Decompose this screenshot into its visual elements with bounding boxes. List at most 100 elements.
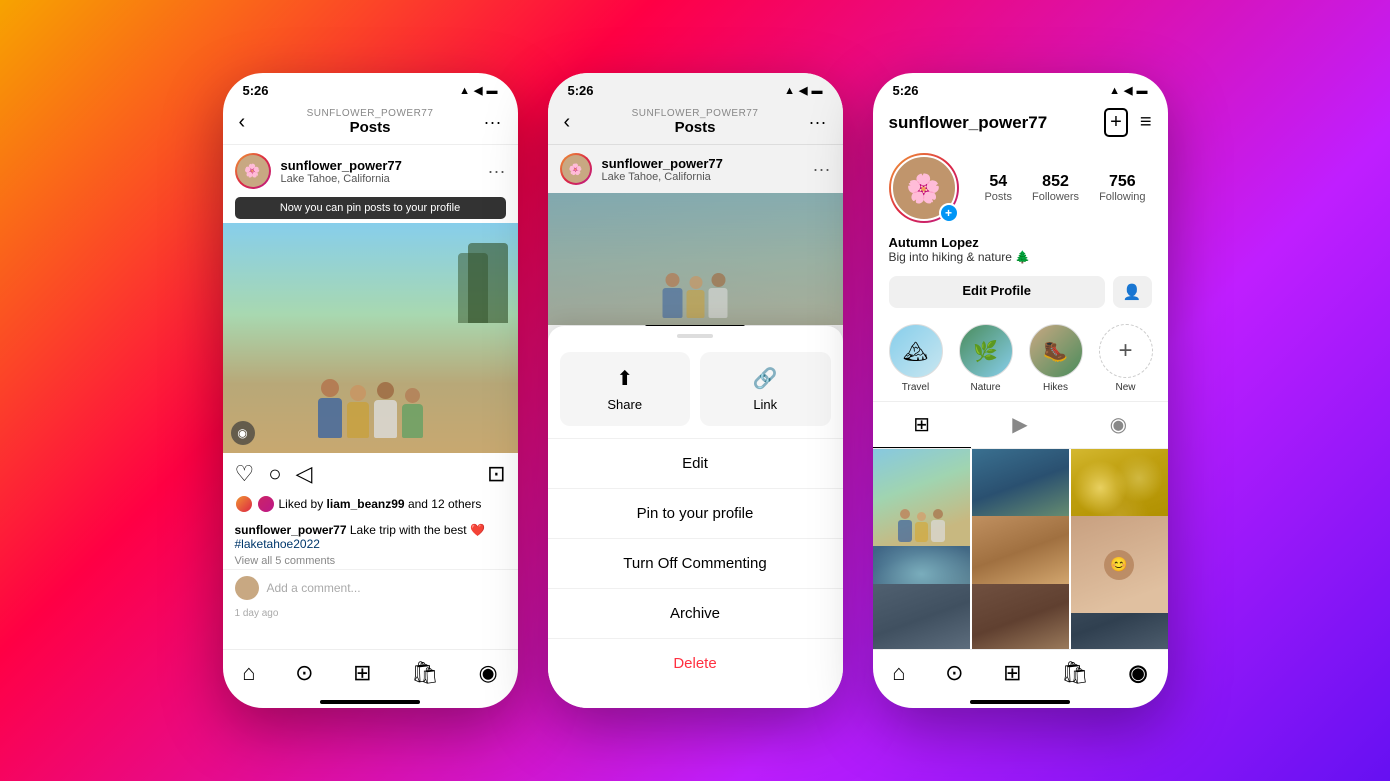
time-3: 5:26: [893, 83, 919, 98]
menu-icon[interactable]: ≡: [1140, 111, 1152, 134]
nav-shop-1[interactable]: 🛍: [411, 660, 439, 686]
post-more-options-1[interactable]: ···: [488, 161, 506, 182]
profile-avatar-wrap[interactable]: 🌸 +: [889, 153, 959, 223]
view-comments-1[interactable]: View all 5 comments: [223, 553, 518, 569]
highlight-new-label: New: [1115, 382, 1135, 393]
nav-home-1[interactable]: ⌂: [242, 660, 255, 686]
battery-icon-2: ▬: [812, 85, 823, 97]
more-options-1[interactable]: ···: [484, 112, 502, 133]
profile-username: sunflower_power77: [889, 113, 1048, 133]
posts-label: Posts: [984, 191, 1012, 203]
highlight-hikes-circle[interactable]: 🥾: [1029, 324, 1083, 378]
grid-cell-6[interactable]: 😊: [1071, 516, 1168, 613]
highlight-new[interactable]: + New: [1099, 324, 1153, 393]
nav-profile-1[interactable]: ◉: [479, 660, 498, 686]
sheet-pin-btn[interactable]: Pin to your profile: [548, 489, 843, 539]
back-button-2[interactable]: ‹: [564, 111, 571, 134]
grid-cell-1[interactable]: [873, 449, 970, 546]
back-button-1[interactable]: ‹: [239, 111, 246, 134]
caption-text-1: Lake trip with the best ❤️: [350, 523, 485, 537]
header-center-1: SUNFLOWER_POWER77 Posts: [307, 108, 434, 136]
post-more-options-2[interactable]: ···: [813, 159, 831, 180]
likes-text-1: Liked by liam_beanz99 and 12 others: [279, 497, 482, 511]
likes-section-1: Liked by liam_beanz99 and 12 others: [223, 495, 518, 521]
avatar-inner-2: 🌸: [562, 155, 590, 183]
sheet-link-btn[interactable]: 🔗 Link: [700, 352, 831, 426]
sheet-commenting-btn[interactable]: Turn Off Commenting: [548, 539, 843, 589]
status-bar-1: 5:26 ▲ ◀ ▬: [223, 73, 518, 104]
nav-create-1[interactable]: ⊞: [353, 660, 371, 686]
status-icons-1: ▲ ◀ ▬: [459, 84, 497, 97]
sheet-top-row: ⬆ Share 🔗 Link: [548, 352, 843, 439]
add-friend-icon: 👤: [1123, 284, 1142, 301]
tab-tagged[interactable]: ◉: [1069, 402, 1167, 448]
bio-text: Big into hiking & nature 🌲: [889, 250, 1152, 264]
add-post-icon[interactable]: +: [1104, 108, 1128, 137]
post-user-info-2: sunflower_power77 Lake Tahoe, California: [602, 156, 803, 183]
edit-profile-row: Edit Profile 👤: [873, 272, 1168, 316]
time-2: 5:26: [568, 83, 594, 98]
profile-header: sunflower_power77 + ≡: [873, 104, 1168, 145]
bottom-nav-1: ⌂ ⊙ ⊞ 🛍 ◉: [223, 649, 518, 700]
tab-reels[interactable]: ▶: [971, 402, 1069, 448]
sheet-delete-btn[interactable]: Delete: [548, 639, 843, 688]
profile-info-row: 🌸 + 54 Posts 852 Followers 756 Following: [873, 145, 1168, 231]
highlight-travel-circle[interactable]: 🏔: [889, 324, 943, 378]
highlight-nature[interactable]: 🌿 Nature: [959, 324, 1013, 393]
post-avatar-2: 🌸: [560, 153, 592, 185]
battery-icon-3: ▬: [1137, 85, 1148, 97]
highlight-nature-label: Nature: [970, 382, 1000, 393]
share-icon-btn: ⬆: [616, 366, 633, 391]
followers-stat[interactable]: 852 Followers: [1032, 173, 1079, 203]
edit-profile-btn[interactable]: Edit Profile: [889, 276, 1105, 308]
nav-create-3[interactable]: ⊞: [1003, 660, 1021, 686]
battery-icon: ▬: [487, 85, 498, 97]
status-bar-2: 5:26 ▲ ◀ ▬: [548, 73, 843, 104]
more-options-2[interactable]: ···: [809, 112, 827, 133]
wifi-icon-2: ◀: [799, 84, 807, 97]
comment-input-1[interactable]: Add a comment...: [267, 581, 506, 595]
share-icon[interactable]: ◁: [296, 461, 313, 487]
caption-section-1: sunflower_power77 Lake trip with the bes…: [223, 521, 518, 553]
add-friend-btn[interactable]: 👤: [1113, 276, 1152, 308]
signal-icon-2: ▲: [784, 85, 795, 97]
tab-grid[interactable]: ⊞: [873, 402, 971, 448]
nav-shop-3[interactable]: 🛍: [1061, 660, 1089, 686]
caption-hashtag-1: #laketahoe2022: [235, 537, 320, 551]
nav-search-3[interactable]: ⊙: [945, 660, 963, 686]
posts-stat: 54 Posts: [984, 173, 1012, 203]
grid-cell-7[interactable]: [873, 584, 970, 649]
comment-icon[interactable]: ○: [268, 461, 281, 487]
header-title-1: Posts: [307, 119, 434, 136]
status-icons-2: ▲ ◀ ▬: [784, 84, 822, 97]
highlight-travel[interactable]: 🏔 Travel: [889, 324, 943, 393]
grid-cell-8[interactable]: [972, 584, 1069, 649]
sheet-archive-btn[interactable]: Archive: [548, 589, 843, 639]
add-comment-1: Add a comment...: [223, 569, 518, 606]
bottom-nav-3: ⌂ ⊙ ⊞ 🛍 ◉: [873, 649, 1168, 700]
nav-home-3[interactable]: ⌂: [892, 660, 905, 686]
like-icon[interactable]: ♡: [235, 461, 255, 487]
post-area-2: 🌸 sunflower_power77 Lake Tahoe, Californ…: [548, 145, 843, 325]
post-username-2: sunflower_power77: [602, 156, 803, 171]
header-title-2: Posts: [632, 119, 759, 136]
wifi-icon-3: ◀: [1124, 84, 1132, 97]
highlight-hikes[interactable]: 🥾 Hikes: [1029, 324, 1083, 393]
sheet-share-btn[interactable]: ⬆ Share: [560, 352, 691, 426]
save-icon[interactable]: ⊡: [487, 461, 505, 487]
add-story-btn[interactable]: +: [939, 203, 959, 223]
post-username-1: sunflower_power77: [281, 158, 478, 173]
nav-profile-3[interactable]: ◉: [1129, 660, 1148, 686]
sheet-edit-btn[interactable]: Edit: [548, 439, 843, 489]
highlight-travel-label: Travel: [902, 382, 929, 393]
highlight-new-circle[interactable]: +: [1099, 324, 1153, 378]
travel-img: 🏔: [903, 339, 928, 364]
status-icons-3: ▲ ◀ ▬: [1109, 84, 1147, 97]
following-stat[interactable]: 756 Following: [1099, 173, 1145, 203]
profile-stats: 54 Posts 852 Followers 756 Following: [979, 173, 1152, 203]
profile-bio: Autumn Lopez Big into hiking & nature 🌲: [873, 231, 1168, 272]
nav-search-1[interactable]: ⊙: [295, 660, 313, 686]
post-figures-1: [223, 223, 518, 453]
home-indicator-1: [320, 700, 420, 704]
highlight-nature-circle[interactable]: 🌿: [959, 324, 1013, 378]
